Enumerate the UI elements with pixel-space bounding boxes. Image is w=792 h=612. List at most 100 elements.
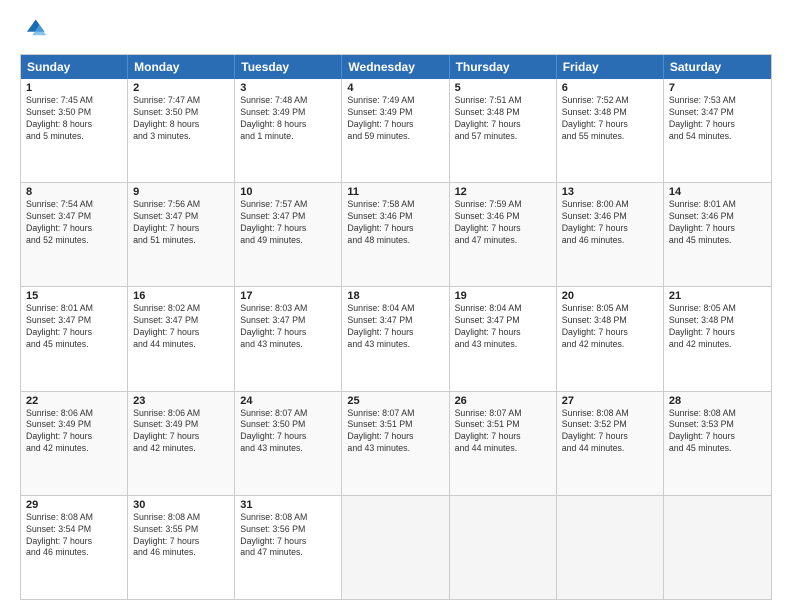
day-info: Sunrise: 8:05 AMSunset: 3:48 PMDaylight:… (669, 303, 766, 351)
day-info: Sunrise: 8:04 AMSunset: 3:47 PMDaylight:… (455, 303, 551, 351)
day-info: Sunrise: 7:48 AMSunset: 3:49 PMDaylight:… (240, 95, 336, 143)
day-info: Sunrise: 8:07 AMSunset: 3:50 PMDaylight:… (240, 408, 336, 456)
day-info: Sunrise: 8:06 AMSunset: 3:49 PMDaylight:… (26, 408, 122, 456)
day-info: Sunrise: 7:47 AMSunset: 3:50 PMDaylight:… (133, 95, 229, 143)
day-info: Sunrise: 8:05 AMSunset: 3:48 PMDaylight:… (562, 303, 658, 351)
calendar-cell: 3Sunrise: 7:48 AMSunset: 3:49 PMDaylight… (235, 79, 342, 182)
day-number: 29 (26, 499, 122, 511)
day-number: 23 (133, 395, 229, 407)
day-number: 27 (562, 395, 658, 407)
day-info: Sunrise: 8:08 AMSunset: 3:55 PMDaylight:… (133, 512, 229, 560)
day-info: Sunrise: 8:07 AMSunset: 3:51 PMDaylight:… (347, 408, 443, 456)
day-number: 8 (26, 186, 122, 198)
day-info: Sunrise: 8:01 AMSunset: 3:47 PMDaylight:… (26, 303, 122, 351)
day-number: 26 (455, 395, 551, 407)
day-info: Sunrise: 8:08 AMSunset: 3:56 PMDaylight:… (240, 512, 336, 560)
calendar-body: 1Sunrise: 7:45 AMSunset: 3:50 PMDaylight… (21, 79, 771, 599)
day-info: Sunrise: 8:04 AMSunset: 3:47 PMDaylight:… (347, 303, 443, 351)
day-info: Sunrise: 8:03 AMSunset: 3:47 PMDaylight:… (240, 303, 336, 351)
calendar-cell: 6Sunrise: 7:52 AMSunset: 3:48 PMDaylight… (557, 79, 664, 182)
day-number: 2 (133, 82, 229, 94)
day-info: Sunrise: 7:49 AMSunset: 3:49 PMDaylight:… (347, 95, 443, 143)
day-number: 17 (240, 290, 336, 302)
calendar-header-sunday: Sunday (21, 55, 128, 79)
day-number: 10 (240, 186, 336, 198)
calendar-cell: 12Sunrise: 7:59 AMSunset: 3:46 PMDayligh… (450, 183, 557, 286)
day-number: 25 (347, 395, 443, 407)
calendar-cell (450, 496, 557, 599)
day-number: 31 (240, 499, 336, 511)
day-info: Sunrise: 8:00 AMSunset: 3:46 PMDaylight:… (562, 199, 658, 247)
calendar-cell: 10Sunrise: 7:57 AMSunset: 3:47 PMDayligh… (235, 183, 342, 286)
day-number: 28 (669, 395, 766, 407)
calendar-week-3: 15Sunrise: 8:01 AMSunset: 3:47 PMDayligh… (21, 286, 771, 390)
calendar-cell: 18Sunrise: 8:04 AMSunset: 3:47 PMDayligh… (342, 287, 449, 390)
day-info: Sunrise: 7:45 AMSunset: 3:50 PMDaylight:… (26, 95, 122, 143)
calendar-cell: 9Sunrise: 7:56 AMSunset: 3:47 PMDaylight… (128, 183, 235, 286)
day-number: 6 (562, 82, 658, 94)
day-number: 30 (133, 499, 229, 511)
day-number: 18 (347, 290, 443, 302)
day-number: 24 (240, 395, 336, 407)
calendar-cell: 11Sunrise: 7:58 AMSunset: 3:46 PMDayligh… (342, 183, 449, 286)
calendar-cell: 26Sunrise: 8:07 AMSunset: 3:51 PMDayligh… (450, 392, 557, 495)
day-number: 11 (347, 186, 443, 198)
day-info: Sunrise: 8:08 AMSunset: 3:54 PMDaylight:… (26, 512, 122, 560)
day-info: Sunrise: 8:08 AMSunset: 3:52 PMDaylight:… (562, 408, 658, 456)
calendar-cell: 24Sunrise: 8:07 AMSunset: 3:50 PMDayligh… (235, 392, 342, 495)
day-number: 9 (133, 186, 229, 198)
calendar-cell: 25Sunrise: 8:07 AMSunset: 3:51 PMDayligh… (342, 392, 449, 495)
calendar-cell: 8Sunrise: 7:54 AMSunset: 3:47 PMDaylight… (21, 183, 128, 286)
day-number: 4 (347, 82, 443, 94)
calendar-cell: 19Sunrise: 8:04 AMSunset: 3:47 PMDayligh… (450, 287, 557, 390)
day-info: Sunrise: 7:52 AMSunset: 3:48 PMDaylight:… (562, 95, 658, 143)
calendar-header-wednesday: Wednesday (342, 55, 449, 79)
day-number: 5 (455, 82, 551, 94)
calendar-cell: 7Sunrise: 7:53 AMSunset: 3:47 PMDaylight… (664, 79, 771, 182)
calendar-cell (557, 496, 664, 599)
calendar-cell: 30Sunrise: 8:08 AMSunset: 3:55 PMDayligh… (128, 496, 235, 599)
day-info: Sunrise: 7:57 AMSunset: 3:47 PMDaylight:… (240, 199, 336, 247)
day-info: Sunrise: 8:06 AMSunset: 3:49 PMDaylight:… (133, 408, 229, 456)
day-info: Sunrise: 7:58 AMSunset: 3:46 PMDaylight:… (347, 199, 443, 247)
day-number: 19 (455, 290, 551, 302)
calendar-header-tuesday: Tuesday (235, 55, 342, 79)
calendar-cell: 23Sunrise: 8:06 AMSunset: 3:49 PMDayligh… (128, 392, 235, 495)
calendar-cell: 22Sunrise: 8:06 AMSunset: 3:49 PMDayligh… (21, 392, 128, 495)
day-info: Sunrise: 8:07 AMSunset: 3:51 PMDaylight:… (455, 408, 551, 456)
day-info: Sunrise: 7:51 AMSunset: 3:48 PMDaylight:… (455, 95, 551, 143)
calendar-header-monday: Monday (128, 55, 235, 79)
page: SundayMondayTuesdayWednesdayThursdayFrid… (0, 0, 792, 612)
calendar-week-2: 8Sunrise: 7:54 AMSunset: 3:47 PMDaylight… (21, 182, 771, 286)
day-number: 3 (240, 82, 336, 94)
day-number: 15 (26, 290, 122, 302)
calendar-cell: 5Sunrise: 7:51 AMSunset: 3:48 PMDaylight… (450, 79, 557, 182)
calendar-cell (664, 496, 771, 599)
calendar-header-saturday: Saturday (664, 55, 771, 79)
calendar-cell: 17Sunrise: 8:03 AMSunset: 3:47 PMDayligh… (235, 287, 342, 390)
calendar-cell: 4Sunrise: 7:49 AMSunset: 3:49 PMDaylight… (342, 79, 449, 182)
calendar-cell: 27Sunrise: 8:08 AMSunset: 3:52 PMDayligh… (557, 392, 664, 495)
header (20, 16, 772, 44)
calendar-week-5: 29Sunrise: 8:08 AMSunset: 3:54 PMDayligh… (21, 495, 771, 599)
calendar-header-row: SundayMondayTuesdayWednesdayThursdayFrid… (21, 55, 771, 79)
day-number: 20 (562, 290, 658, 302)
day-info: Sunrise: 7:56 AMSunset: 3:47 PMDaylight:… (133, 199, 229, 247)
day-info: Sunrise: 8:01 AMSunset: 3:46 PMDaylight:… (669, 199, 766, 247)
calendar-cell: 31Sunrise: 8:08 AMSunset: 3:56 PMDayligh… (235, 496, 342, 599)
calendar-cell: 14Sunrise: 8:01 AMSunset: 3:46 PMDayligh… (664, 183, 771, 286)
day-info: Sunrise: 8:08 AMSunset: 3:53 PMDaylight:… (669, 408, 766, 456)
day-number: 16 (133, 290, 229, 302)
day-number: 14 (669, 186, 766, 198)
calendar: SundayMondayTuesdayWednesdayThursdayFrid… (20, 54, 772, 600)
day-info: Sunrise: 7:59 AMSunset: 3:46 PMDaylight:… (455, 199, 551, 247)
calendar-cell: 2Sunrise: 7:47 AMSunset: 3:50 PMDaylight… (128, 79, 235, 182)
day-info: Sunrise: 7:53 AMSunset: 3:47 PMDaylight:… (669, 95, 766, 143)
day-number: 7 (669, 82, 766, 94)
day-number: 21 (669, 290, 766, 302)
day-number: 1 (26, 82, 122, 94)
day-info: Sunrise: 7:54 AMSunset: 3:47 PMDaylight:… (26, 199, 122, 247)
calendar-cell: 21Sunrise: 8:05 AMSunset: 3:48 PMDayligh… (664, 287, 771, 390)
calendar-cell: 13Sunrise: 8:00 AMSunset: 3:46 PMDayligh… (557, 183, 664, 286)
calendar-cell (342, 496, 449, 599)
